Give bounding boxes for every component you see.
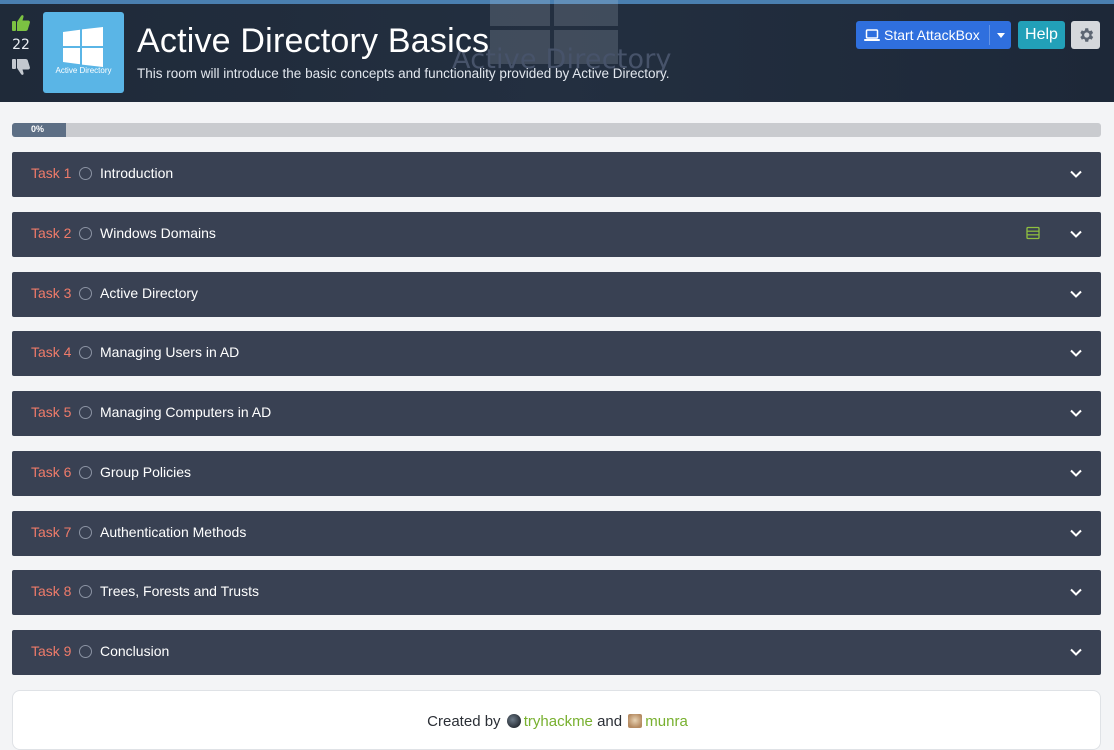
task-title: Conclusion: [100, 643, 170, 659]
circle-icon: [79, 286, 92, 300]
task-number: Task 9: [31, 643, 72, 659]
task-number: Task 3: [31, 284, 72, 301]
start-attackbox-label: Start AttackBox: [884, 27, 980, 43]
room-creators-card: Created by tryhackme and munra: [12, 690, 1101, 750]
task-title: Managing Users in AD: [100, 344, 240, 361]
avatar: [628, 714, 643, 728]
circle-icon: [79, 167, 92, 180]
task-number: Task 4: [31, 344, 72, 361]
chevron-down-icon[interactable]: [1069, 287, 1083, 301]
task-title: Active Directory: [100, 284, 199, 301]
chevron-down-icon[interactable]: [1069, 585, 1083, 599]
progress-label: 0%: [31, 124, 45, 134]
circle-icon: [79, 465, 92, 479]
room-header: Active Directory 22 Active Directory Act…: [0, 0, 1114, 102]
task-title: Windows Domains: [100, 224, 216, 241]
task-title: Authentication Methods: [100, 523, 247, 540]
circle-icon: [79, 585, 92, 599]
vote-widget: 22: [8, 14, 34, 76]
room-title: Active Directory Basics: [137, 22, 490, 60]
task-number: Task 2: [31, 224, 72, 241]
chevron-down-icon[interactable]: [1069, 645, 1083, 659]
task-title: Introduction: [100, 165, 174, 181]
task-6[interactable]: Task 6 Group Policies: [12, 450, 1101, 496]
laptop-icon: [864, 28, 880, 41]
task-4[interactable]: Task 4 Managing Users in AD: [12, 331, 1101, 377]
task-3[interactable]: Task 3 Active Directory: [12, 271, 1101, 317]
dropdown-separator: [989, 25, 990, 45]
task-list: Task 1 Introduction Task 2 Windows Domai…: [12, 152, 1101, 690]
room-progress-bar: 0%: [12, 123, 1101, 137]
task-5[interactable]: Task 5 Managing Computers in AD: [12, 391, 1101, 436]
author-link-tryhackme[interactable]: tryhackme: [524, 713, 593, 730]
start-attackbox-button[interactable]: Start AttackBox: [856, 21, 1011, 49]
task-number: Task 6: [31, 463, 72, 480]
and-label: and: [597, 713, 623, 730]
author-link-munra[interactable]: munra: [645, 713, 688, 730]
room-logo: Active Directory: [43, 12, 124, 93]
help-button[interactable]: Help: [1018, 21, 1065, 49]
task-7[interactable]: Task 7 Authentication Methods: [12, 510, 1101, 556]
room-logo-caption: Active Directory: [55, 66, 112, 75]
circle-icon: [79, 525, 92, 539]
circle-icon: [79, 645, 92, 658]
task-2[interactable]: Task 2 Windows Domains: [12, 211, 1101, 257]
room-description: This room will introduce the basic conce…: [137, 66, 670, 81]
circle-icon: [79, 346, 92, 360]
chevron-down-icon[interactable]: [1069, 406, 1083, 420]
chevron-down-icon[interactable]: [1069, 346, 1083, 360]
task-1[interactable]: Task 1 Introduction: [12, 152, 1101, 197]
caret-down-icon[interactable]: [997, 33, 1005, 38]
chevron-down-icon[interactable]: [1069, 526, 1083, 540]
circle-icon: [79, 226, 92, 240]
thumbs-up-icon[interactable]: [11, 14, 31, 32]
chevron-down-icon[interactable]: [1069, 227, 1083, 241]
creators-line: Created by tryhackme and munra: [13, 713, 1102, 730]
vote-count: 22: [12, 37, 30, 53]
task-title: Trees, Forests and Trusts: [100, 583, 259, 600]
avatar: [506, 714, 521, 728]
windows-logo-icon: [63, 27, 103, 67]
task-8[interactable]: Task 8 Trees, Forests and Trusts: [12, 570, 1101, 616]
gear-icon: [1079, 28, 1093, 42]
chevron-down-icon[interactable]: [1069, 466, 1083, 480]
task-number: Task 7: [31, 523, 72, 540]
task-number: Task 1: [31, 165, 72, 181]
thumbs-down-icon[interactable]: [11, 58, 31, 76]
task-9[interactable]: Task 9 Conclusion: [12, 630, 1101, 675]
task-number: Task 8: [31, 583, 72, 600]
chevron-down-icon[interactable]: [1069, 167, 1083, 181]
circle-icon: [79, 406, 92, 419]
list-icon: [1026, 226, 1040, 239]
settings-button[interactable]: [1071, 21, 1100, 49]
task-title: Managing Computers in AD: [100, 404, 272, 420]
task-number: Task 5: [31, 404, 72, 420]
created-by-label: Created by: [427, 713, 501, 730]
task-title: Group Policies: [100, 463, 192, 480]
